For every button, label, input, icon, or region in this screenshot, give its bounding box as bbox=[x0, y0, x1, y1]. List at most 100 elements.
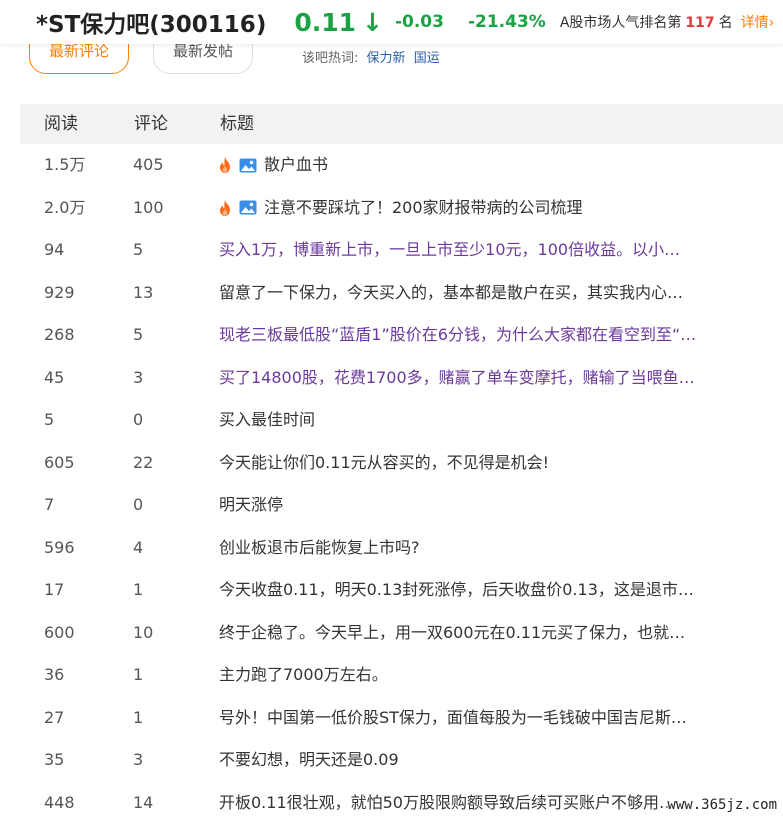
post-title-cell: 明天涨停 bbox=[219, 484, 767, 527]
post-title-link[interactable]: 创业板退市后能恢复上市吗? bbox=[219, 527, 420, 570]
post-title-cell: 终于企稳了。今天早上，用一双600元在0.11元买了保力，也就… bbox=[219, 612, 767, 655]
hot-words: 该吧热词: 保力新 国运 bbox=[302, 47, 440, 66]
table-row: 1.5万 405 散户血书 bbox=[0, 144, 783, 187]
post-title-cell: 留意了一下保力，今天买入的，基本都是散户在买，其实我内心… bbox=[219, 272, 767, 315]
comment-count: 5 bbox=[133, 314, 143, 357]
column-header-read: 阅读 bbox=[44, 104, 78, 144]
hot-words-label: 该吧热词: bbox=[302, 51, 358, 66]
comment-count: 10 bbox=[133, 612, 153, 655]
post-list: 1.5万405散户血书2.0万100注意不要踩坑了！200家财报带病的公司梳理9… bbox=[0, 144, 783, 824]
post-title-cell: 今天能让你们0.11元从容买的，不见得是机会! bbox=[219, 442, 767, 485]
table-row: 45 3 买了14800股，花费1700多，赌赢了单车变摩托，赌输了当喂鱼… bbox=[0, 357, 783, 400]
post-title-link[interactable]: 开板0.11很壮观，就怕50万股限购额导致后续可买账户不够用… bbox=[219, 782, 675, 824]
comment-count: 13 bbox=[133, 272, 153, 315]
down-arrow-icon: ↓ bbox=[362, 8, 383, 37]
read-count: 17 bbox=[44, 569, 64, 612]
picture-icon bbox=[239, 158, 264, 173]
post-title-cell: 今天收盘0.11，明天0.13封死涨停，后天收盘价0.13，这是退市… bbox=[219, 569, 767, 612]
comment-count: 100 bbox=[133, 187, 164, 230]
read-count: 448 bbox=[44, 782, 75, 824]
table-row: 171今天收盘0.11，明天0.13封死涨停，后天收盘价0.13，这是退市… bbox=[0, 569, 783, 612]
post-title-link[interactable]: 主力跑了7000万左右。 bbox=[219, 654, 388, 697]
hot-word-link[interactable]: 国运 bbox=[414, 51, 440, 66]
table-row: 5 0 买入最佳时间 bbox=[0, 399, 783, 442]
table-header: 阅读 评论 标题 bbox=[20, 104, 783, 144]
post-title-link[interactable]: 今天能让你们0.11元从容买的，不见得是机会! bbox=[219, 442, 549, 485]
hot-fire-icon bbox=[219, 157, 239, 173]
table-row: 268 5 现老三板最低股“蓝盾1”股价在6分钱，为什么大家都在看空到至“… bbox=[0, 314, 783, 357]
table-row: 7 0 明天涨停 bbox=[0, 484, 783, 527]
read-count: 2.0万 bbox=[44, 187, 85, 230]
post-title-cell: 号外！中国第一低价股ST保力，面值每股为一毛钱破中国吉尼斯… bbox=[219, 697, 767, 740]
read-count: 7 bbox=[44, 484, 54, 527]
comment-count: 3 bbox=[133, 739, 143, 782]
sub-toolbar: 最新评论 最新发帖 该吧热词: 保力新 国运 bbox=[0, 44, 783, 84]
column-header-title: 标题 bbox=[220, 104, 254, 144]
post-title-link[interactable]: 注意不要踩坑了！200家财报带病的公司梳理 bbox=[264, 187, 583, 230]
post-title-link[interactable]: 今天收盘0.11，明天0.13封死涨停，后天收盘价0.13，这是退市… bbox=[219, 569, 694, 612]
comment-count: 0 bbox=[133, 399, 143, 442]
table-row: 36 1 主力跑了7000万左右。 bbox=[0, 654, 783, 697]
post-title-link[interactable]: 买了14800股，花费1700多，赌赢了单车变摩托，赌输了当喂鱼… bbox=[219, 357, 695, 400]
read-count: 36 bbox=[44, 654, 64, 697]
read-count: 35 bbox=[44, 739, 64, 782]
rank-value: 117 bbox=[685, 15, 714, 31]
table-row: 605 22 今天能让你们0.11元从容买的，不见得是机会! bbox=[0, 442, 783, 485]
rank-prefix: A股市场人气排名第 bbox=[560, 15, 682, 31]
post-title-cell: 创业板退市后能恢复上市吗? bbox=[219, 527, 767, 570]
table-row: 448 14 开板0.11很壮观，就怕50万股限购额导致后续可买账户不够用… bbox=[0, 782, 783, 824]
tab-latest-post[interactable]: 最新发帖 bbox=[153, 44, 253, 74]
post-title-link[interactable]: 买入最佳时间 bbox=[219, 399, 315, 442]
post-title-cell: 注意不要踩坑了！200家财报带病的公司梳理 bbox=[219, 187, 767, 230]
popularity-rank: A股市场人气排名第117 名 bbox=[560, 12, 733, 32]
read-count: 45 bbox=[44, 357, 64, 400]
post-title-link[interactable]: 散户血书 bbox=[264, 144, 328, 187]
detail-link[interactable]: 详情› bbox=[741, 12, 775, 32]
post-title-cell: 不要幻想，明天还是0.09 bbox=[219, 739, 767, 782]
table-row: 92913留意了一下保力，今天买入的，基本都是散户在买，其实我内心… bbox=[0, 272, 783, 315]
hot-fire-icon bbox=[219, 200, 239, 216]
read-count: 27 bbox=[44, 697, 64, 740]
table-row: 596 4 创业板退市后能恢复上市吗? bbox=[0, 527, 783, 570]
rank-suffix: 名 bbox=[719, 15, 733, 31]
comment-count: 1 bbox=[133, 697, 143, 740]
table-row: 35 3 不要幻想，明天还是0.09 bbox=[0, 739, 783, 782]
price-change-percent: -21.43% bbox=[468, 12, 546, 32]
detail-label: 详情 bbox=[741, 15, 769, 31]
post-title-cell: 散户血书 bbox=[219, 144, 767, 187]
comment-count: 405 bbox=[133, 144, 164, 187]
post-title-link[interactable]: 终于企稳了。今天早上，用一双600元在0.11元买了保力，也就… bbox=[219, 612, 685, 655]
comment-count: 3 bbox=[133, 357, 143, 400]
chevron-right-icon: › bbox=[769, 15, 775, 31]
stock-name[interactable]: *ST保力吧(300116) bbox=[36, 5, 266, 39]
post-title-link[interactable]: 号外！中国第一低价股ST保力，面值每股为一毛钱破中国吉尼斯… bbox=[219, 697, 687, 740]
post-title-link[interactable]: 现老三板最低股“蓝盾1”股价在6分钱，为什么大家都在看空到至“… bbox=[219, 314, 696, 357]
read-count: 600 bbox=[44, 612, 75, 655]
hot-word-link[interactable]: 保力新 bbox=[367, 51, 406, 66]
post-title-cell: 买入最佳时间 bbox=[219, 399, 767, 442]
table-row: 600 10 终于企稳了。今天早上，用一双600元在0.11元买了保力，也就… bbox=[0, 612, 783, 655]
read-count: 1.5万 bbox=[44, 144, 85, 187]
post-title-cell: 买了14800股，花费1700多，赌赢了单车变摩托，赌输了当喂鱼… bbox=[219, 357, 767, 400]
post-title-link[interactable]: 留意了一下保力，今天买入的，基本都是散户在买，其实我内心… bbox=[219, 272, 683, 315]
comment-count: 14 bbox=[133, 782, 153, 824]
stock-header: *ST保力吧(300116) 0.11 ↓ -0.03 -21.43% A股市场… bbox=[0, 0, 783, 44]
read-count: 596 bbox=[44, 527, 75, 570]
read-count: 605 bbox=[44, 442, 75, 485]
watermark: www.365jz.com bbox=[667, 797, 777, 813]
post-title-link[interactable]: 不要幻想，明天还是0.09 bbox=[219, 739, 399, 782]
post-title-cell: 主力跑了7000万左右。 bbox=[219, 654, 767, 697]
comment-count: 1 bbox=[133, 654, 143, 697]
post-title-link[interactable]: 明天涨停 bbox=[219, 484, 283, 527]
read-count: 5 bbox=[44, 399, 54, 442]
post-title-cell: 买入1万，博重新上市，一旦上市至少10元，100倍收益。以小… bbox=[219, 229, 767, 272]
read-count: 268 bbox=[44, 314, 75, 357]
column-header-comment: 评论 bbox=[134, 104, 168, 144]
post-title-link[interactable]: 买入1万，博重新上市，一旦上市至少10元，100倍收益。以小… bbox=[219, 229, 680, 272]
table-row: 945买入1万，博重新上市，一旦上市至少10元，100倍收益。以小… bbox=[0, 229, 783, 272]
table-row: 27 1 号外！中国第一低价股ST保力，面值每股为一毛钱破中国吉尼斯… bbox=[0, 697, 783, 740]
comment-count: 0 bbox=[133, 484, 143, 527]
comment-count: 22 bbox=[133, 442, 153, 485]
tab-latest-comment[interactable]: 最新评论 bbox=[29, 44, 129, 74]
comment-count: 4 bbox=[133, 527, 143, 570]
